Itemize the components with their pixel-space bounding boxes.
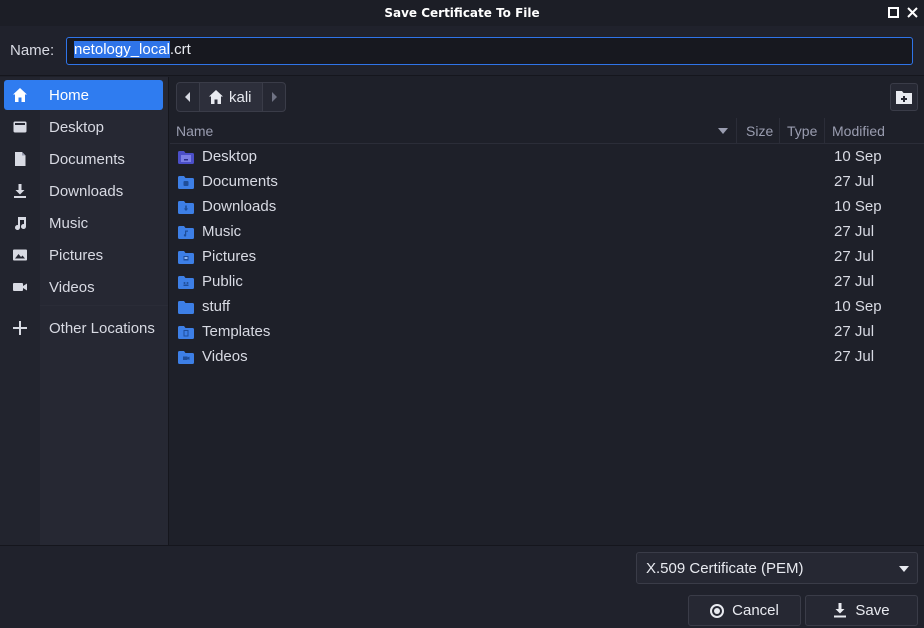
file-name: Public	[202, 273, 243, 290]
desktop-icon	[4, 119, 36, 135]
file-modified: 27 Jul	[834, 273, 875, 290]
sidebar-item-label: Videos	[49, 278, 95, 296]
column-name[interactable]: Name	[176, 123, 213, 139]
sidebar-item-label: Downloads	[49, 182, 124, 200]
sort-descending-icon	[718, 128, 728, 134]
cancel-button[interactable]: Cancel	[688, 595, 801, 626]
file-list: Desktop 10 Sep Documents 27 Jul Download…	[170, 145, 924, 370]
column-modified[interactable]: Modified	[832, 123, 885, 139]
public-folder-icon	[178, 276, 194, 293]
places-sidebar: Home Desktop Documents Downloads Music P…	[0, 77, 169, 545]
path-forward-button[interactable]	[263, 83, 285, 111]
templates-folder-icon	[178, 326, 194, 343]
file-modified: 10 Sep	[834, 298, 882, 315]
new-folder-button[interactable]	[890, 83, 918, 111]
download-icon	[834, 603, 847, 618]
sidebar-item-documents[interactable]: Documents	[4, 144, 163, 174]
file-name: Templates	[202, 323, 271, 340]
column-header: Name Size Type Modified	[170, 118, 924, 144]
window-title: Save Certificate To File	[384, 6, 540, 20]
path-crumb-home[interactable]: kali	[199, 83, 263, 111]
chevron-down-icon	[899, 566, 909, 572]
title-bar: Save Certificate To File	[0, 0, 924, 26]
path-bar: kali	[176, 82, 286, 112]
downloads-folder-icon	[178, 201, 194, 218]
pictures-folder-icon	[178, 251, 194, 268]
documents-folder-icon	[178, 176, 194, 193]
file-row-pictures[interactable]: Pictures 27 Jul	[170, 245, 924, 270]
close-icon[interactable]	[907, 7, 918, 18]
sidebar-item-label: Desktop	[49, 118, 105, 136]
name-row: Name: netology_local.crt	[0, 26, 924, 76]
file-modified: 27 Jul	[834, 248, 875, 265]
file-name: Pictures	[202, 248, 257, 265]
file-modified: 10 Sep	[834, 198, 882, 215]
file-modified: 27 Jul	[834, 173, 875, 190]
music-folder-icon	[178, 226, 194, 243]
file-row-music[interactable]: Music 27 Jul	[170, 220, 924, 245]
plus-icon	[4, 320, 36, 336]
save-label: Save	[855, 602, 890, 619]
music-icon	[4, 215, 36, 231]
home-icon	[4, 87, 36, 103]
save-button[interactable]: Save	[805, 595, 918, 626]
file-row-public[interactable]: Public 27 Jul	[170, 270, 924, 295]
filename-input[interactable]: netology_local.crt	[66, 37, 913, 65]
sidebar-item-downloads[interactable]: Downloads	[4, 176, 163, 206]
sidebar-item-desktop[interactable]: Desktop	[4, 112, 163, 142]
filename-extension-text: .crt	[169, 41, 191, 58]
desktop-folder-icon	[178, 151, 194, 168]
column-type[interactable]: Type	[787, 123, 817, 139]
file-row-videos[interactable]: Videos 27 Jul	[170, 345, 924, 370]
file-name: Videos	[202, 348, 248, 365]
sidebar-item-home[interactable]: Home	[4, 80, 163, 110]
file-type-dropdown[interactable]: X.509 Certificate (PEM)	[636, 552, 918, 584]
column-size[interactable]: Size	[746, 123, 773, 139]
folder-icon	[178, 301, 194, 318]
file-row-templates[interactable]: Templates 27 Jul	[170, 320, 924, 345]
file-row-documents[interactable]: Documents 27 Jul	[170, 170, 924, 195]
sidebar-item-label: Pictures	[49, 246, 104, 264]
video-icon	[4, 279, 36, 295]
file-modified: 10 Sep	[834, 148, 882, 165]
dialog-footer: X.509 Certificate (PEM) Cancel Save	[0, 545, 924, 628]
path-crumb-label: kali	[229, 88, 252, 106]
file-name: Downloads	[202, 198, 277, 215]
file-modified: 27 Jul	[834, 348, 875, 365]
name-label: Name:	[10, 42, 55, 59]
sidebar-item-other-locations[interactable]: Other Locations	[4, 313, 163, 343]
file-name: stuff	[202, 298, 231, 315]
sidebar-item-videos[interactable]: Videos	[4, 272, 163, 302]
sidebar-item-label: Documents	[49, 150, 125, 168]
cancel-label: Cancel	[732, 602, 779, 619]
filename-selected-text: netology_local	[74, 41, 170, 58]
file-modified: 27 Jul	[834, 323, 875, 340]
new-folder-icon	[896, 91, 912, 104]
file-name: Music	[202, 223, 242, 240]
sidebar-item-label: Home	[49, 86, 90, 104]
maximize-icon[interactable]	[888, 7, 899, 18]
file-type-selected: X.509 Certificate (PEM)	[646, 560, 804, 577]
sidebar-item-label: Other Locations	[49, 319, 155, 337]
file-row-downloads[interactable]: Downloads 10 Sep	[170, 195, 924, 220]
sidebar-item-music[interactable]: Music	[4, 208, 163, 238]
file-row-desktop[interactable]: Desktop 10 Sep	[170, 145, 924, 170]
cancel-icon	[710, 603, 725, 618]
sidebar-item-label: Music	[49, 214, 89, 232]
sidebar-item-pictures[interactable]: Pictures	[4, 240, 163, 270]
file-browser: kali Name Size Type Modified Desktop 10 …	[170, 77, 924, 545]
home-icon	[209, 90, 223, 104]
document-icon	[4, 151, 36, 167]
file-name: Desktop	[202, 148, 258, 165]
pictures-icon	[4, 247, 36, 263]
chevron-left-icon	[185, 92, 190, 102]
path-back-button[interactable]	[177, 83, 199, 111]
download-icon	[4, 183, 36, 199]
file-modified: 27 Jul	[834, 223, 875, 240]
chevron-right-icon	[271, 92, 277, 102]
sidebar-separator	[40, 305, 168, 306]
file-name: Documents	[202, 173, 278, 190]
file-row-stuff[interactable]: stuff 10 Sep	[170, 295, 924, 320]
videos-folder-icon	[178, 351, 194, 368]
